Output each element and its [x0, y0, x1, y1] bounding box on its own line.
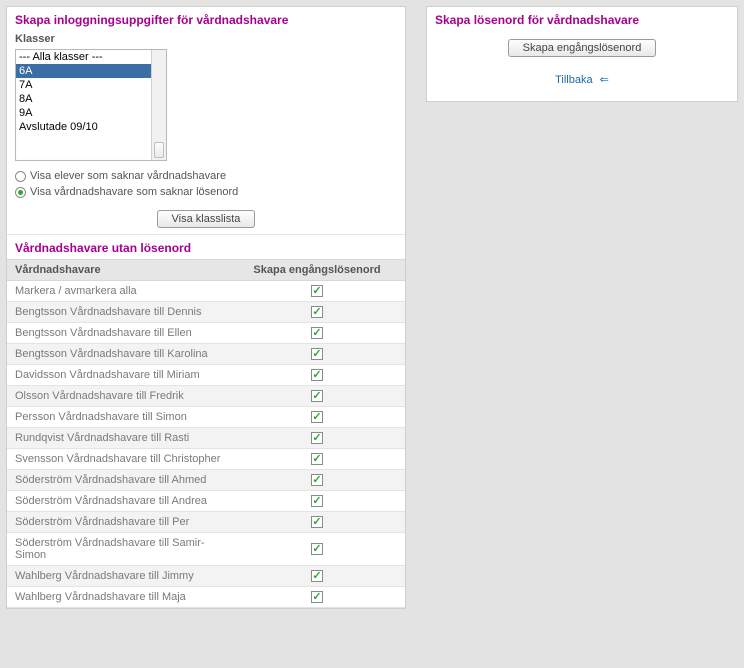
checkbox-cell: [229, 449, 405, 470]
checkbox-cell: [229, 470, 405, 491]
table-row: Söderström Vårdnadshavare till Ahmed: [7, 470, 405, 491]
guardian-name: Söderström Vårdnadshavare till Andrea: [7, 491, 229, 512]
table-row: Söderström Vårdnadshavare till Per: [7, 512, 405, 533]
listbox-scrollbar[interactable]: [151, 50, 166, 160]
table-row: Bengtsson Vårdnadshavare till Karolina: [7, 344, 405, 365]
table-row: Markera / avmarkera alla: [7, 281, 405, 302]
checkbox-cell: [229, 365, 405, 386]
create-password-checkbox[interactable]: [311, 369, 323, 381]
left-panel: Skapa inloggningsuppgifter för vårdnadsh…: [6, 6, 406, 609]
guardians-without-password-header: Vårdnadshavare utan lösenord: [7, 234, 405, 259]
col-guardian-header: Vårdnadshavare: [7, 260, 229, 281]
checkbox-cell: [229, 428, 405, 449]
filter-radios: Visa elever som saknar vårdnadshavare Vi…: [7, 167, 405, 206]
table-row: Rundqvist Vårdnadshavare till Rasti: [7, 428, 405, 449]
checkbox-cell: [229, 323, 405, 344]
create-onetime-password-button[interactable]: Skapa engångslösenord: [508, 39, 657, 57]
guardians-table: Vårdnadshavare Skapa engångslösenord Mar…: [7, 259, 405, 608]
create-password-checkbox[interactable]: [311, 285, 323, 297]
checkbox-cell: [229, 302, 405, 323]
checkbox-cell: [229, 281, 405, 302]
guardian-name: Persson Vårdnadshavare till Simon: [7, 407, 229, 428]
checkbox-cell: [229, 512, 405, 533]
right-panel: Skapa lösenord för vårdnadshavare Skapa …: [426, 6, 738, 102]
klasser-label: Klasser: [7, 31, 405, 49]
radio-icon: [15, 187, 26, 198]
guardian-name: Olsson Vårdnadshavare till Fredrik: [7, 386, 229, 407]
klasser-option[interactable]: 9A: [16, 106, 166, 120]
guardian-name: Bengtsson Vårdnadshavare till Dennis: [7, 302, 229, 323]
guardian-name: Söderström Vårdnadshavare till Ahmed: [7, 470, 229, 491]
guardian-name: Davidsson Vårdnadshavare till Miriam: [7, 365, 229, 386]
table-row: Bengtsson Vårdnadshavare till Ellen: [7, 323, 405, 344]
klasser-listbox[interactable]: --- Alla klasser ---6A7A8A9AAvslutade 09…: [15, 49, 167, 161]
guardian-name: Söderström Vårdnadshavare till Samir-Sim…: [7, 533, 229, 566]
create-password-checkbox[interactable]: [311, 306, 323, 318]
guardian-name: Wahlberg Vårdnadshavare till Jimmy: [7, 566, 229, 587]
create-password-checkbox[interactable]: [311, 591, 323, 603]
scroll-thumb[interactable]: [154, 142, 164, 158]
show-classlist-button[interactable]: Visa klasslista: [157, 210, 256, 228]
checkbox-cell: [229, 407, 405, 428]
guardian-name: Wahlberg Vårdnadshavare till Maja: [7, 587, 229, 608]
create-password-checkbox[interactable]: [311, 411, 323, 423]
radio-show-guardians-without-password[interactable]: Visa vårdnadshavare som saknar lösenord: [15, 184, 397, 200]
left-title: Skapa inloggningsuppgifter för vårdnadsh…: [7, 7, 405, 31]
checkbox-cell: [229, 386, 405, 407]
radio-label: Visa vårdnadshavare som saknar lösenord: [30, 186, 238, 198]
radio-label: Visa elever som saknar vårdnadshavare: [30, 170, 226, 182]
checkbox-cell: [229, 587, 405, 608]
create-password-checkbox[interactable]: [311, 570, 323, 582]
create-password-checkbox[interactable]: [311, 390, 323, 402]
table-row: Bengtsson Vårdnadshavare till Dennis: [7, 302, 405, 323]
radio-show-students-without-guardian[interactable]: Visa elever som saknar vårdnadshavare: [15, 168, 397, 184]
klasser-option[interactable]: 7A: [16, 78, 166, 92]
checkbox-cell: [229, 566, 405, 587]
radio-icon: [15, 171, 26, 182]
table-row: Söderström Vårdnadshavare till Samir-Sim…: [7, 533, 405, 566]
table-row: Wahlberg Vårdnadshavare till Jimmy: [7, 566, 405, 587]
create-password-checkbox[interactable]: [311, 474, 323, 486]
guardian-name: Bengtsson Vårdnadshavare till Ellen: [7, 323, 229, 344]
guardian-name: Bengtsson Vårdnadshavare till Karolina: [7, 344, 229, 365]
klasser-option[interactable]: Avslutade 09/10: [16, 120, 166, 134]
create-password-checkbox[interactable]: [311, 327, 323, 339]
klasser-option[interactable]: --- Alla klasser ---: [16, 50, 166, 64]
create-password-checkbox[interactable]: [311, 495, 323, 507]
create-password-checkbox[interactable]: [311, 516, 323, 528]
table-row: Wahlberg Vårdnadshavare till Maja: [7, 587, 405, 608]
col-password-header: Skapa engångslösenord: [229, 260, 405, 281]
create-password-checkbox[interactable]: [311, 453, 323, 465]
table-row: Persson Vårdnadshavare till Simon: [7, 407, 405, 428]
arrow-left-icon: ⇐: [600, 74, 609, 86]
right-title: Skapa lösenord för vårdnadshavare: [427, 7, 737, 31]
checkbox-cell: [229, 344, 405, 365]
table-row: Svensson Vårdnadshavare till Christopher: [7, 449, 405, 470]
klasser-option[interactable]: 8A: [16, 92, 166, 106]
klasser-option[interactable]: 6A: [16, 64, 166, 78]
create-password-checkbox[interactable]: [311, 543, 323, 555]
back-link-label: Tillbaka: [555, 74, 593, 86]
create-password-checkbox[interactable]: [311, 432, 323, 444]
checkbox-cell: [229, 533, 405, 566]
create-password-checkbox[interactable]: [311, 348, 323, 360]
table-row: Söderström Vårdnadshavare till Andrea: [7, 491, 405, 512]
table-row: Olsson Vårdnadshavare till Fredrik: [7, 386, 405, 407]
guardian-name: Söderström Vårdnadshavare till Per: [7, 512, 229, 533]
guardian-name: Rundqvist Vårdnadshavare till Rasti: [7, 428, 229, 449]
table-row: Davidsson Vårdnadshavare till Miriam: [7, 365, 405, 386]
back-link[interactable]: Tillbaka ⇐: [555, 74, 609, 86]
guardian-name: Svensson Vårdnadshavare till Christopher: [7, 449, 229, 470]
guardian-name: Markera / avmarkera alla: [7, 281, 229, 302]
checkbox-cell: [229, 491, 405, 512]
